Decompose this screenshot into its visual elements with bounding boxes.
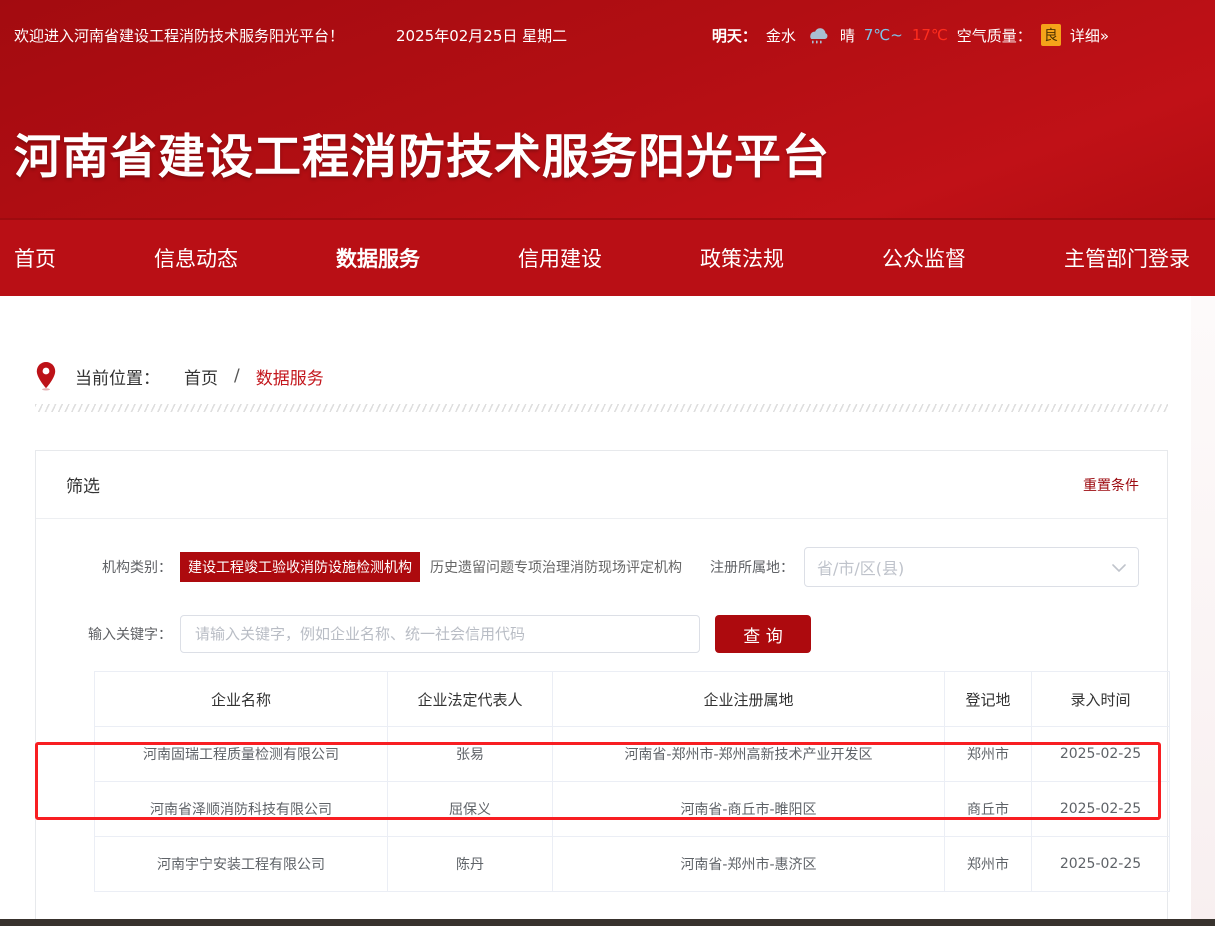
weather-widget: 明天： 金水 晴 7℃~ 17℃ 空气质量： 良 详细» [712,24,1109,46]
weather-district: 金水 [766,25,796,46]
topbar: 欢迎进入河南省建设工程消防技术服务阳光平台！ 2025年02月25日 星期二 明… [0,0,1215,70]
air-quality-label: 空气质量： [957,25,1032,46]
weather-detail-link[interactable]: 详细» [1070,25,1109,46]
cell-registration-place: 郑州市 [945,727,1032,782]
keyword-label: 输入关键字： [64,624,172,644]
cell-registration-place: 郑州市 [945,837,1032,892]
chevron-down-icon [1112,558,1126,577]
slash-pattern-divider [35,404,1168,412]
table-row: 河南省泽顺消防科技有限公司 屈保义 河南省-商丘市-睢阳区 商丘市 2025-0… [95,782,1170,837]
nav-item-data-service[interactable]: 数据服务 [336,243,420,273]
nav-item-policy[interactable]: 政策法规 [700,243,784,273]
cell-legal-rep: 张易 [388,727,553,782]
air-quality-badge: 良 [1041,24,1061,46]
breadcrumb-home[interactable]: 首页 [184,364,218,389]
region-label: 注册所属地： [710,557,794,577]
col-header-legal-rep: 企业法定代表人 [388,672,553,727]
filter-body: 机构类别： 建设工程竣工验收消防设施检测机构 历史遗留问题专项治理消防现场评定机… [36,519,1167,892]
cloud-icon [805,26,831,44]
breadcrumb: 当前位置： 首页 / 数据服务 [35,356,324,396]
main-nav: 首页 信息动态 数据服务 信用建设 政策法规 公众监督 主管部门登录 [0,218,1215,296]
cell-registered-address: 河南省-郑州市-惠济区 [553,837,945,892]
category-option-other[interactable]: 历史遗留问题专项治理消防现场评定机构 [430,557,682,577]
results-table: 企业名称 企业法定代表人 企业注册属地 登记地 录入时间 河南固瑞工程质量检测有… [94,671,1170,892]
location-pin-icon [35,361,57,391]
site-title: 河南省建设工程消防技术服务阳光平台 [14,118,830,187]
bottom-edge-bar [0,919,1215,926]
region-select-placeholder: 省/市/区(县) [817,555,1112,579]
nav-item-news[interactable]: 信息动态 [154,243,238,273]
category-filter-row: 机构类别： 建设工程竣工验收消防设施检测机构 历史遗留问题专项治理消防现场评定机… [64,547,1139,587]
keyword-input[interactable] [180,615,700,653]
reset-filters-link[interactable]: 重置条件 [1083,475,1139,495]
breadcrumb-current[interactable]: 数据服务 [256,364,324,389]
category-label: 机构类别： [64,557,172,577]
table-row: 河南固瑞工程质量检测有限公司 张易 河南省-郑州市-郑州高新技术产业开发区 郑州… [95,727,1170,782]
cell-legal-rep: 陈丹 [388,837,553,892]
temp-low: 7℃~ [864,26,903,44]
col-header-registered-address: 企业注册属地 [553,672,945,727]
date-text: 2025年02月25日 星期二 [396,25,567,46]
nav-item-credit[interactable]: 信用建设 [518,243,602,273]
nav-item-home[interactable]: 首页 [14,243,56,273]
filter-title: 筛选 [66,472,100,497]
cell-entry-date: 2025-02-25 [1032,837,1170,892]
cell-registered-address: 河南省-郑州市-郑州高新技术产业开发区 [553,727,945,782]
col-header-registration-place: 登记地 [945,672,1032,727]
temp-high: 17℃ [912,26,948,44]
filter-panel-header: 筛选 重置条件 [36,451,1167,519]
cell-company: 河南固瑞工程质量检测有限公司 [95,727,388,782]
cell-registered-address: 河南省-商丘市-睢阳区 [553,782,945,837]
site-header: 欢迎进入河南省建设工程消防技术服务阳光平台！ 2025年02月25日 星期二 明… [0,0,1215,218]
col-header-entry-date: 录入时间 [1032,672,1170,727]
keyword-filter-row: 输入关键字： 查 询 [64,615,1139,653]
table-header-row: 企业名称 企业法定代表人 企业注册属地 登记地 录入时间 [95,672,1170,727]
welcome-text: 欢迎进入河南省建设工程消防技术服务阳光平台！ [14,25,344,46]
table-row: 河南宇宁安装工程有限公司 陈丹 河南省-郑州市-惠济区 郑州市 2025-02-… [95,837,1170,892]
col-header-company: 企业名称 [95,672,388,727]
cell-legal-rep: 屈保义 [388,782,553,837]
search-button[interactable]: 查 询 [715,615,811,653]
cell-entry-date: 2025-02-25 [1032,727,1170,782]
region-select[interactable]: 省/市/区(县) [804,547,1139,587]
weather-condition: 晴 [840,25,855,46]
cell-company: 河南宇宁安装工程有限公司 [95,837,388,892]
filter-panel: 筛选 重置条件 机构类别： 建设工程竣工验收消防设施检测机构 历史遗留问题专项治… [35,450,1168,926]
cell-registration-place: 商丘市 [945,782,1032,837]
category-option-selected[interactable]: 建设工程竣工验收消防设施检测机构 [180,552,420,582]
nav-item-supervision[interactable]: 公众监督 [882,243,966,273]
breadcrumb-separator: / [234,366,240,386]
cell-company: 河南省泽顺消防科技有限公司 [95,782,388,837]
cell-entry-date: 2025-02-25 [1032,782,1170,837]
nav-item-dept-login[interactable]: 主管部门登录 [1064,243,1190,273]
weather-label: 明天： [712,25,757,46]
breadcrumb-label: 当前位置： [75,364,160,389]
